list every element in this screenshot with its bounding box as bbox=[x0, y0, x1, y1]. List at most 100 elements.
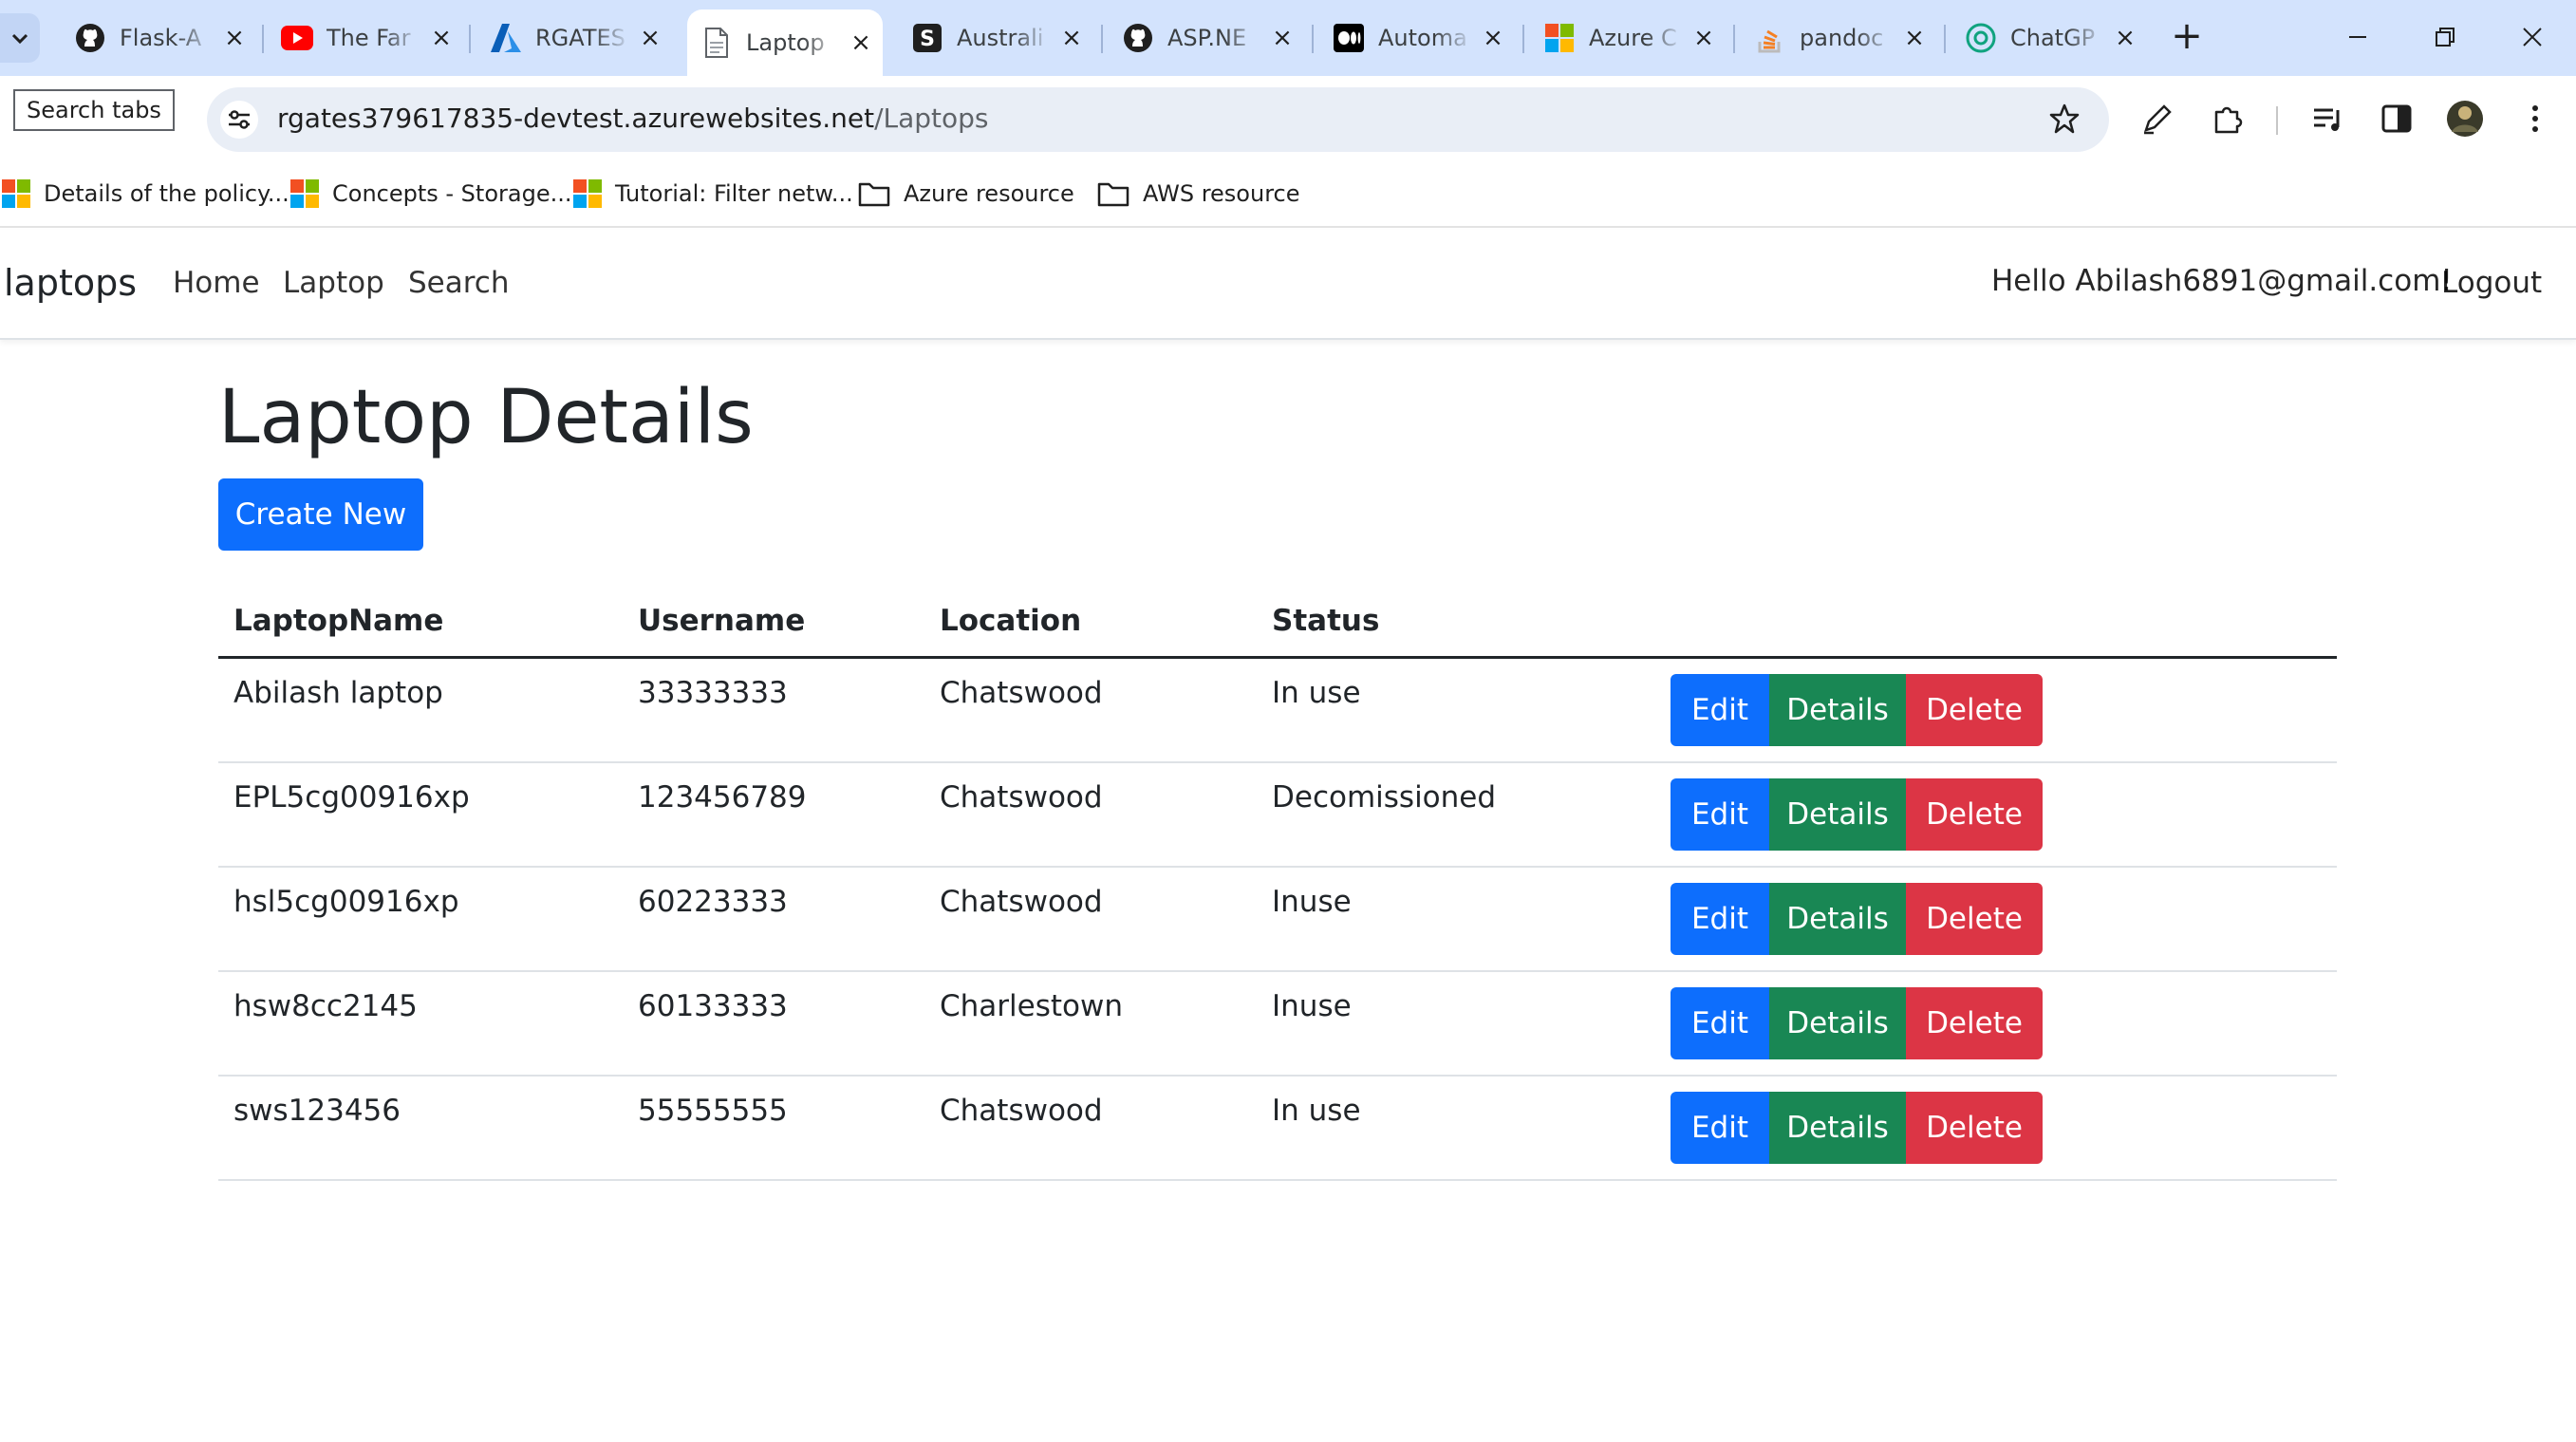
tab-search-button[interactable] bbox=[0, 13, 40, 63]
nav-link-search[interactable]: Search bbox=[408, 266, 510, 300]
tab-title: ChatGP bbox=[2010, 25, 2096, 51]
browser-menu-button[interactable] bbox=[2513, 97, 2557, 140]
cell-username: 55555555 bbox=[638, 1094, 788, 1128]
tab-rgates[interactable]: RGATES × bbox=[476, 13, 666, 63]
delete-button[interactable]: Delete bbox=[1906, 1092, 2043, 1164]
details-button[interactable]: Details bbox=[1769, 778, 1906, 851]
tab-chatgpt[interactable]: ChatGP × bbox=[1951, 13, 2141, 63]
close-icon[interactable]: × bbox=[2111, 24, 2139, 52]
brand-link[interactable]: laptops bbox=[4, 262, 137, 304]
tab-title: Automa bbox=[1378, 25, 1467, 51]
page-title: Laptop Details bbox=[218, 375, 754, 460]
site-info-button[interactable] bbox=[220, 101, 258, 139]
create-new-button[interactable]: Create New bbox=[218, 478, 423, 551]
tab-pandoc[interactable]: pandoc × bbox=[1741, 13, 1931, 63]
cell-laptop-name: hsw8cc2145 bbox=[233, 989, 418, 1023]
column-header-status: Status bbox=[1272, 604, 1380, 638]
close-icon[interactable]: × bbox=[1900, 24, 1929, 52]
tab-azure[interactable]: Azure C × bbox=[1530, 13, 1720, 63]
tab-youtube[interactable]: The Far × bbox=[268, 13, 457, 63]
microsoft-icon bbox=[573, 179, 602, 208]
tab-divider bbox=[1733, 25, 1735, 53]
tab-automa[interactable]: Automa × bbox=[1319, 13, 1509, 63]
delete-button[interactable]: Delete bbox=[1906, 778, 2043, 851]
cell-status: Inuse bbox=[1272, 989, 1352, 1023]
bookmark-star-button[interactable] bbox=[2048, 103, 2081, 139]
minimize-icon bbox=[2349, 36, 2366, 38]
edit-button[interactable]: Edit bbox=[1671, 987, 1769, 1059]
cell-username: 33333333 bbox=[638, 676, 788, 710]
tab-title: Flask-A bbox=[120, 25, 202, 51]
side-panel-button[interactable] bbox=[2375, 97, 2418, 140]
user-greeting[interactable]: Hello Abilash6891@gmail.com! bbox=[1991, 264, 2453, 298]
cell-laptop-name: sws123456 bbox=[233, 1094, 401, 1128]
bookmark-item[interactable]: Details of the policy... bbox=[2, 175, 289, 213]
details-button[interactable]: Details bbox=[1769, 883, 1906, 955]
bookmark-label: Concepts - Storage... bbox=[332, 180, 572, 207]
row-actions: Edit Details Delete bbox=[1671, 778, 2043, 851]
tab-laptop[interactable]: Laptop × bbox=[687, 9, 883, 76]
toolbar-divider bbox=[2276, 106, 2278, 135]
table-row: hsl5cg00916xp 60223333 Chatswood Inuse E… bbox=[218, 868, 2337, 972]
details-button[interactable]: Details bbox=[1769, 674, 1906, 746]
bookmark-folder[interactable]: Azure resource bbox=[858, 175, 1074, 213]
window-close-button[interactable] bbox=[2504, 13, 2561, 61]
microsoft-icon bbox=[290, 179, 319, 208]
close-icon[interactable]: × bbox=[427, 24, 456, 52]
edit-extension-button[interactable] bbox=[2136, 97, 2179, 140]
github-icon bbox=[1122, 22, 1154, 54]
tab-divider bbox=[1312, 25, 1314, 53]
cell-laptop-name: hsl5cg00916xp bbox=[233, 885, 459, 919]
close-icon[interactable]: × bbox=[847, 28, 875, 57]
tab-flask[interactable]: Flask-A × bbox=[61, 13, 251, 63]
tune-icon bbox=[229, 110, 250, 129]
nav-link-home[interactable]: Home bbox=[173, 266, 260, 300]
details-button[interactable]: Details bbox=[1769, 1092, 1906, 1164]
close-icon[interactable]: × bbox=[220, 24, 249, 52]
table-row: EPL5cg00916xp 123456789 Chatswood Decomi… bbox=[218, 763, 2337, 868]
nav-link-laptop[interactable]: Laptop bbox=[283, 266, 384, 300]
close-icon[interactable]: × bbox=[636, 24, 664, 52]
close-icon[interactable]: × bbox=[1268, 24, 1297, 52]
cell-location: Chatswood bbox=[940, 885, 1103, 919]
edit-button[interactable]: Edit bbox=[1671, 1092, 1769, 1164]
star-icon bbox=[2049, 103, 2080, 134]
tab-aspnet[interactable]: ASP.NE × bbox=[1109, 13, 1298, 63]
close-icon bbox=[2523, 28, 2542, 47]
tab-title: Azure C bbox=[1589, 25, 1677, 51]
close-icon[interactable]: × bbox=[1689, 24, 1718, 52]
edit-button[interactable]: Edit bbox=[1671, 674, 1769, 746]
logout-link[interactable]: Logout bbox=[2441, 266, 2542, 300]
edit-button[interactable]: Edit bbox=[1671, 778, 1769, 851]
bookmark-folder[interactable]: AWS resource bbox=[1097, 175, 1300, 213]
url-text[interactable]: rgates379617835-devtest.azurewebsites.ne… bbox=[277, 103, 989, 134]
bookmark-item[interactable]: Tutorial: Filter netw... bbox=[573, 175, 853, 213]
media-control-button[interactable] bbox=[2306, 97, 2350, 140]
row-actions: Edit Details Delete bbox=[1671, 674, 2043, 746]
extensions-button[interactable] bbox=[2206, 97, 2249, 140]
close-icon[interactable]: × bbox=[1479, 24, 1507, 52]
table-row: sws123456 55555555 Chatswood In use Edit… bbox=[218, 1077, 2337, 1181]
edit-button[interactable]: Edit bbox=[1671, 883, 1769, 955]
cell-status: In use bbox=[1272, 1094, 1361, 1128]
address-bar[interactable]: rgates379617835-devtest.azurewebsites.ne… bbox=[207, 87, 2109, 152]
playlist-icon bbox=[2314, 108, 2340, 131]
tab-title: pandoc bbox=[1800, 25, 1884, 51]
minimize-button[interactable] bbox=[2329, 13, 2386, 61]
delete-button[interactable]: Delete bbox=[1906, 883, 2043, 955]
details-button[interactable]: Details bbox=[1769, 987, 1906, 1059]
new-tab-button[interactable]: + bbox=[2166, 17, 2208, 59]
column-header-username: Username bbox=[638, 604, 806, 638]
tab-australia[interactable]: S Australi × bbox=[898, 13, 1088, 63]
bookmark-label: Details of the policy... bbox=[44, 180, 289, 207]
bookmark-label: AWS resource bbox=[1143, 180, 1300, 207]
delete-button[interactable]: Delete bbox=[1906, 987, 2043, 1059]
tab-title: The Far bbox=[327, 25, 411, 51]
medium-icon bbox=[1333, 22, 1365, 54]
profile-avatar[interactable] bbox=[2443, 97, 2487, 140]
restore-button[interactable] bbox=[2417, 13, 2473, 61]
delete-button[interactable]: Delete bbox=[1906, 674, 2043, 746]
side-panel-icon bbox=[2381, 104, 2412, 133]
close-icon[interactable]: × bbox=[1057, 24, 1086, 52]
bookmark-item[interactable]: Concepts - Storage... bbox=[290, 175, 571, 213]
